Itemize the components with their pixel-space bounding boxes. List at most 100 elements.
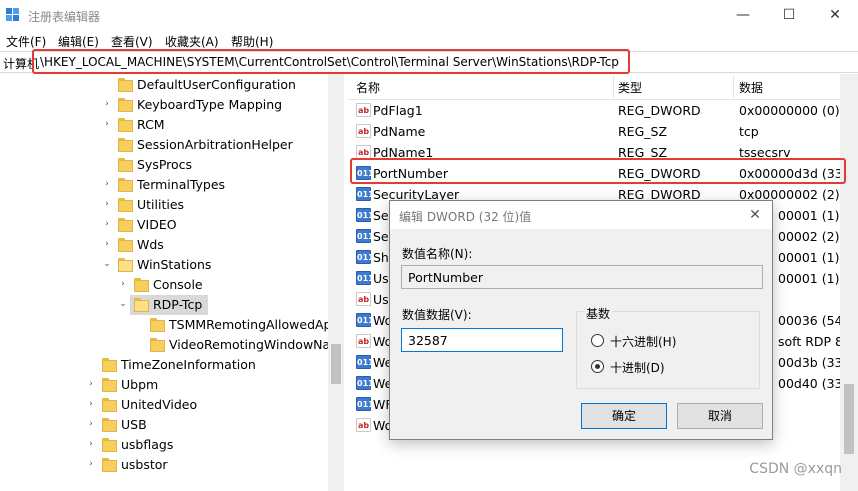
expand-icon[interactable]: › bbox=[86, 419, 96, 429]
string-value-icon: ab bbox=[356, 103, 371, 117]
tree-item-sessionarbitrationhelper[interactable]: SessionArbitrationHelper bbox=[0, 135, 328, 155]
tree-item-keyboardtype-mapping[interactable]: › KeyboardType Mapping bbox=[0, 95, 328, 115]
tree-item-label: KeyboardType Mapping bbox=[137, 97, 283, 112]
dword-value-icon: 011 bbox=[356, 229, 374, 243]
folder-icon bbox=[102, 458, 117, 472]
tree-item-tsmmremotingallowedapps[interactable]: TSMMRemotingAllowedAp bbox=[0, 315, 332, 335]
menu-help[interactable]: 帮助(H) bbox=[231, 33, 273, 50]
portnumber-highlight-annotation bbox=[350, 158, 846, 184]
registry-tree[interactable]: DefaultUserConfiguration › KeyboardType … bbox=[0, 74, 344, 491]
radio-checked-icon[interactable] bbox=[591, 360, 604, 373]
tree-item-utilities[interactable]: › Utilities bbox=[0, 195, 328, 215]
tree-scrollbar[interactable] bbox=[328, 74, 344, 491]
tree-item-video[interactable]: › VIDEO bbox=[0, 215, 328, 235]
tree-item-winstations[interactable]: ⌄ WinStations bbox=[0, 255, 328, 275]
dialog-title-bar[interactable]: 编辑 DWORD (32 位)值 ✕ bbox=[390, 201, 772, 229]
folder-icon bbox=[118, 238, 133, 252]
expand-icon[interactable]: › bbox=[102, 239, 112, 249]
tree-item-unitedvideo[interactable]: › UnitedVideo bbox=[0, 395, 328, 415]
dword-value-icon: 011 bbox=[356, 376, 374, 390]
expand-icon[interactable]: › bbox=[118, 279, 128, 289]
column-header-name[interactable]: 名称 bbox=[356, 79, 380, 96]
cancel-button[interactable]: 取消 bbox=[677, 403, 763, 429]
string-value-icon: ab bbox=[356, 145, 371, 159]
expand-icon[interactable] bbox=[102, 159, 112, 169]
expand-icon[interactable]: › bbox=[86, 399, 96, 409]
expand-icon[interactable]: › bbox=[102, 199, 112, 209]
tree-item-label: SysProcs bbox=[137, 157, 193, 172]
list-row-pdflag1[interactable]: ab PdFlag1 REG_DWORD 0x00000000 (0) bbox=[348, 100, 858, 121]
column-separator[interactable] bbox=[613, 76, 614, 98]
tree-item-defaultuserconfiguration[interactable]: DefaultUserConfiguration bbox=[0, 75, 328, 95]
value-name-label: 数值名称(N): bbox=[402, 247, 473, 261]
value-data: tcp bbox=[739, 124, 759, 139]
expand-icon[interactable]: › bbox=[102, 99, 112, 109]
expand-icon[interactable]: › bbox=[102, 219, 112, 229]
tree-item-usbstor[interactable]: › usbstor bbox=[0, 455, 328, 475]
title-bar: 注册表编辑器 — ☐ ✕ bbox=[0, 0, 858, 30]
tree-item-usb[interactable]: › USB bbox=[0, 415, 328, 435]
collapse-icon[interactable]: ⌄ bbox=[118, 299, 128, 309]
tree-item-timezoneinformation[interactable]: TimeZoneInformation bbox=[0, 355, 328, 375]
expand-icon[interactable]: › bbox=[102, 179, 112, 189]
tree-item-label: SessionArbitrationHelper bbox=[137, 137, 293, 152]
tree-item-rcm[interactable]: › RCM bbox=[0, 115, 328, 135]
list-row-pdname[interactable]: ab PdName REG_SZ tcp bbox=[348, 121, 858, 142]
collapse-icon[interactable]: ⌄ bbox=[102, 259, 112, 269]
expand-icon[interactable] bbox=[102, 139, 112, 149]
open-folder-icon bbox=[118, 258, 133, 272]
radio-unchecked-icon[interactable] bbox=[591, 334, 604, 347]
folder-icon bbox=[102, 378, 117, 392]
dialog-close-icon[interactable]: ✕ bbox=[746, 206, 764, 224]
value-data-label: 数值数据(V): bbox=[402, 308, 472, 322]
list-scrollbar-thumb[interactable] bbox=[844, 384, 854, 454]
tree-item-rdp-tcp[interactable]: ⌄ RDP-Tcp bbox=[0, 295, 328, 315]
value-name: PdName bbox=[373, 124, 426, 139]
string-value-icon: ab bbox=[356, 292, 371, 306]
tree-item-label: RCM bbox=[137, 117, 165, 132]
folder-icon bbox=[118, 158, 133, 172]
folder-icon bbox=[118, 118, 133, 132]
expand-icon[interactable]: › bbox=[86, 439, 96, 449]
address-highlight-annotation bbox=[32, 49, 630, 74]
dword-value-icon: 011 bbox=[356, 208, 374, 222]
expand-icon[interactable]: › bbox=[86, 459, 96, 469]
folder-icon bbox=[134, 278, 149, 292]
expand-icon[interactable] bbox=[134, 339, 144, 349]
expand-icon[interactable] bbox=[86, 359, 96, 369]
tree-item-usbflags[interactable]: › usbflags bbox=[0, 435, 328, 455]
close-button[interactable]: ✕ bbox=[812, 0, 858, 30]
dword-value-icon: 011 bbox=[356, 397, 374, 411]
tree-item-label: VideoRemotingWindowNar bbox=[169, 337, 336, 352]
tree-item-console[interactable]: › Console bbox=[0, 275, 328, 295]
column-separator[interactable] bbox=[733, 76, 734, 98]
column-header-type[interactable]: 类型 bbox=[618, 79, 642, 96]
menu-favorites[interactable]: 收藏夹(A) bbox=[165, 33, 219, 50]
menu-bar: 文件(F) 编辑(E) 查看(V) 收藏夹(A) 帮助(H) bbox=[0, 30, 858, 50]
menu-file[interactable]: 文件(F) bbox=[6, 33, 46, 50]
string-value-icon: ab bbox=[356, 418, 371, 432]
tree-item-sysprocs[interactable]: SysProcs bbox=[0, 155, 328, 175]
expand-icon[interactable] bbox=[102, 79, 112, 89]
maximize-button[interactable]: ☐ bbox=[766, 0, 812, 30]
tree-item-terminaltypes[interactable]: › TerminalTypes bbox=[0, 175, 328, 195]
ok-button[interactable]: 确定 bbox=[581, 403, 667, 429]
column-header-data[interactable]: 数据 bbox=[739, 79, 763, 96]
minimize-button[interactable]: — bbox=[720, 0, 766, 30]
tree-scrollbar-thumb[interactable] bbox=[331, 344, 341, 384]
tree-item-ubpm[interactable]: › Ubpm bbox=[0, 375, 328, 395]
expand-icon[interactable]: › bbox=[86, 379, 96, 389]
tree-item-label: VIDEO bbox=[137, 217, 177, 232]
tree-item-label: RDP-Tcp bbox=[153, 297, 203, 312]
expand-icon[interactable] bbox=[134, 319, 144, 329]
value-data-input[interactable] bbox=[401, 328, 563, 352]
tree-item-videoremotingwindownames[interactable]: VideoRemotingWindowNar bbox=[0, 335, 335, 355]
radio-dec-label: 十进制(D) bbox=[610, 361, 665, 375]
list-scrollbar[interactable] bbox=[840, 74, 858, 491]
tree-item-wds[interactable]: › Wds bbox=[0, 235, 328, 255]
menu-view[interactable]: 查看(V) bbox=[111, 33, 153, 50]
tree-item-label: TSMMRemotingAllowedAp bbox=[169, 317, 332, 332]
menu-edit[interactable]: 编辑(E) bbox=[58, 33, 99, 50]
expand-icon[interactable]: › bbox=[102, 119, 112, 129]
dword-value-icon: 011 bbox=[356, 355, 374, 369]
